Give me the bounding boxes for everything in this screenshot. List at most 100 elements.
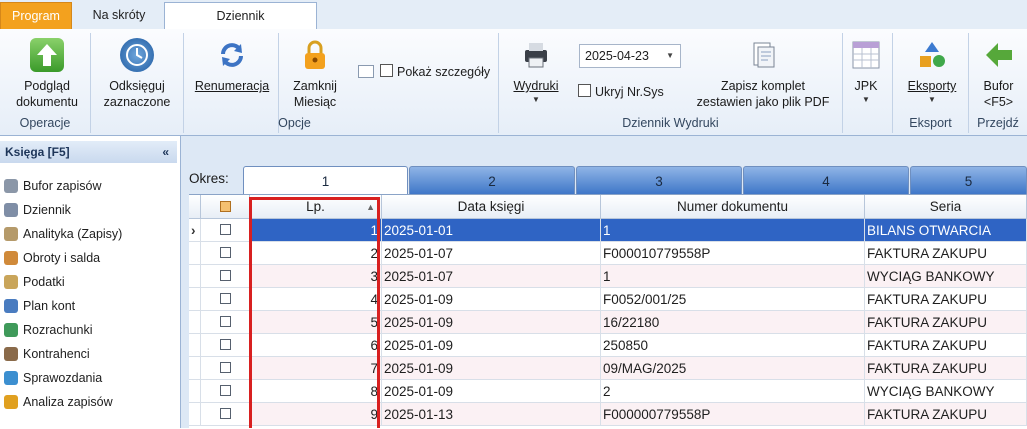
column-header-lp[interactable]: Lp. ▲ [250,195,382,219]
preview-document-button[interactable]: Podgląd dokumentu [8,38,86,110]
select-all-checkbox[interactable] [219,201,231,212]
cell-seria[interactable]: FAKTURA ZAKUPU [865,242,1027,265]
cell-seria[interactable]: WYCIĄG BANKOWY [865,265,1027,288]
cell-data[interactable]: 2025-01-09 [382,380,601,403]
period-tab[interactable]: 2 [409,166,575,194]
table-row[interactable]: 2 2025-01-07 F000010779558P FAKTURA ZAKUPU [189,242,1027,265]
cell-data[interactable]: 2025-01-09 [382,357,601,380]
row-checkbox[interactable] [219,408,231,419]
row-checkbox-cell[interactable] [201,380,250,403]
row-checkbox-cell[interactable] [201,311,250,334]
save-pdf-set-button[interactable]: Zapisz komplet zestawien jako plik PDF [688,38,838,110]
sidebar-item[interactable]: Rozrachunki [4,319,92,341]
tab-na-skroty[interactable]: Na skróty [73,2,165,29]
row-checkbox-cell[interactable] [201,334,250,357]
column-header-seria[interactable]: Seria [865,195,1027,219]
cell-data[interactable]: 2025-01-07 [382,265,601,288]
cell-data[interactable]: 2025-01-01 [382,219,601,242]
cell-lp[interactable]: 8 [250,380,382,403]
row-checkbox[interactable] [219,247,231,258]
table-row[interactable]: 9 2025-01-13 F000000779558P FAKTURA ZAKUPU [189,403,1027,426]
exports-dropdown-button[interactable]: Eksporty ▼ [900,38,964,106]
cell-numer[interactable]: 250850 [601,334,865,357]
renumber-button[interactable]: Renumeracja [190,38,274,94]
table-row[interactable]: 4 2025-01-09 F0052/001/25 FAKTURA ZAKUPU [189,288,1027,311]
cell-data[interactable]: 2025-01-07 [382,242,601,265]
row-checkbox[interactable] [219,293,231,304]
sidebar-item[interactable]: Plan kont [4,295,75,317]
cell-seria[interactable]: FAKTURA ZAKUPU [865,311,1027,334]
cell-seria[interactable]: FAKTURA ZAKUPU [865,357,1027,380]
cell-data[interactable]: 2025-01-13 [382,403,601,426]
row-checkbox[interactable] [219,339,231,350]
table-row[interactable]: 5 2025-01-09 16/22180 FAKTURA ZAKUPU [189,311,1027,334]
row-checkbox[interactable] [219,362,231,373]
printouts-dropdown-button[interactable]: Wydruki ▼ [506,38,566,106]
row-checkbox-cell[interactable] [201,219,250,242]
period-tab[interactable]: 5 [910,166,1027,194]
column-header-data-ksiegi[interactable]: Data księgi [382,195,601,219]
cell-lp[interactable]: 9 [250,403,382,426]
cell-seria[interactable]: FAKTURA ZAKUPU [865,334,1027,357]
cell-numer[interactable]: 09/MAG/2025 [601,357,865,380]
cell-lp[interactable]: 7 [250,357,382,380]
cell-lp[interactable]: 1 [250,219,382,242]
sidebar-item[interactable]: Dziennik [4,199,71,221]
cell-lp[interactable]: 6 [250,334,382,357]
column-header-numer-dokumentu[interactable]: Numer dokumentu [601,195,865,219]
cell-numer[interactable]: 1 [601,219,865,242]
sidebar-item[interactable]: Obroty i salda [4,247,100,269]
sidebar-item[interactable]: Analiza zapisów [4,391,113,413]
cell-seria[interactable]: FAKTURA ZAKUPU [865,288,1027,311]
cell-numer[interactable]: F000000779558P [601,403,865,426]
cell-numer[interactable]: 1 [601,265,865,288]
table-row[interactable]: 3 2025-01-07 1 WYCIĄG BANKOWY [189,265,1027,288]
chevron-down-icon[interactable]: ▼ [666,45,674,67]
cell-seria[interactable]: BILANS OTWARCIA [865,219,1027,242]
show-details-check[interactable] [380,64,393,77]
row-checkbox-cell[interactable] [201,288,250,311]
cell-numer[interactable]: 2 [601,380,865,403]
sidebar-item[interactable]: Kontrahenci [4,343,90,365]
cell-seria[interactable]: WYCIĄG BANKOWY [865,380,1027,403]
row-checkbox-cell[interactable] [201,357,250,380]
period-tab[interactable]: 3 [576,166,742,194]
cell-numer[interactable]: 16/22180 [601,311,865,334]
select-all-header[interactable] [201,195,250,219]
sidebar-item[interactable]: Sprawozdania [4,367,102,389]
row-checkbox-cell[interactable] [201,242,250,265]
row-checkbox[interactable] [219,385,231,396]
period-tab[interactable]: 4 [743,166,909,194]
sidebar-item[interactable]: Podatki [4,271,65,293]
row-checkbox[interactable] [219,316,231,327]
cell-numer[interactable]: F000010779558P [601,242,865,265]
close-month-button[interactable]: Zamknij Miesiąc [282,38,348,110]
cell-numer[interactable]: F0052/001/25 [601,288,865,311]
cell-lp[interactable]: 5 [250,311,382,334]
buffer-button[interactable]: Bufor <F5> [970,38,1027,110]
table-row[interactable]: › 1 2025-01-01 1 BILANS OTWARCIA [189,219,1027,242]
period-tab[interactable]: 1 [243,166,408,194]
sidebar-item[interactable]: Analityka (Zapisy) [4,223,122,245]
cell-seria[interactable]: FAKTURA ZAKUPU [865,403,1027,426]
hide-sys-number-check[interactable] [578,84,591,97]
cell-lp[interactable]: 2 [250,242,382,265]
print-date-picker[interactable]: 2025-04-23 ▼ [579,44,681,68]
jpk-dropdown-button[interactable]: JPK ▼ [846,38,886,106]
row-checkbox[interactable] [219,270,231,281]
table-row[interactable]: 6 2025-01-09 250850 FAKTURA ZAKUPU [189,334,1027,357]
table-row[interactable]: 7 2025-01-09 09/MAG/2025 FAKTURA ZAKUPU [189,357,1027,380]
unpost-selected-button[interactable]: Odksięguj zaznaczone [96,38,178,110]
row-checkbox[interactable] [219,224,231,235]
tab-program[interactable]: Program [0,2,72,29]
collapse-sidebar-icon[interactable]: « [162,141,169,163]
row-checkbox-cell[interactable] [201,265,250,288]
cell-lp[interactable]: 4 [250,288,382,311]
hide-sys-number-checkbox[interactable]: Ukryj Nr.Sys [578,84,664,99]
tab-dziennik[interactable]: Dziennik [164,2,317,30]
cell-lp[interactable]: 3 [250,265,382,288]
sidebar-item[interactable]: Bufor zapisów [4,175,102,197]
cell-data[interactable]: 2025-01-09 [382,334,601,357]
cell-data[interactable]: 2025-01-09 [382,288,601,311]
table-row[interactable]: 8 2025-01-09 2 WYCIĄG BANKOWY [189,380,1027,403]
